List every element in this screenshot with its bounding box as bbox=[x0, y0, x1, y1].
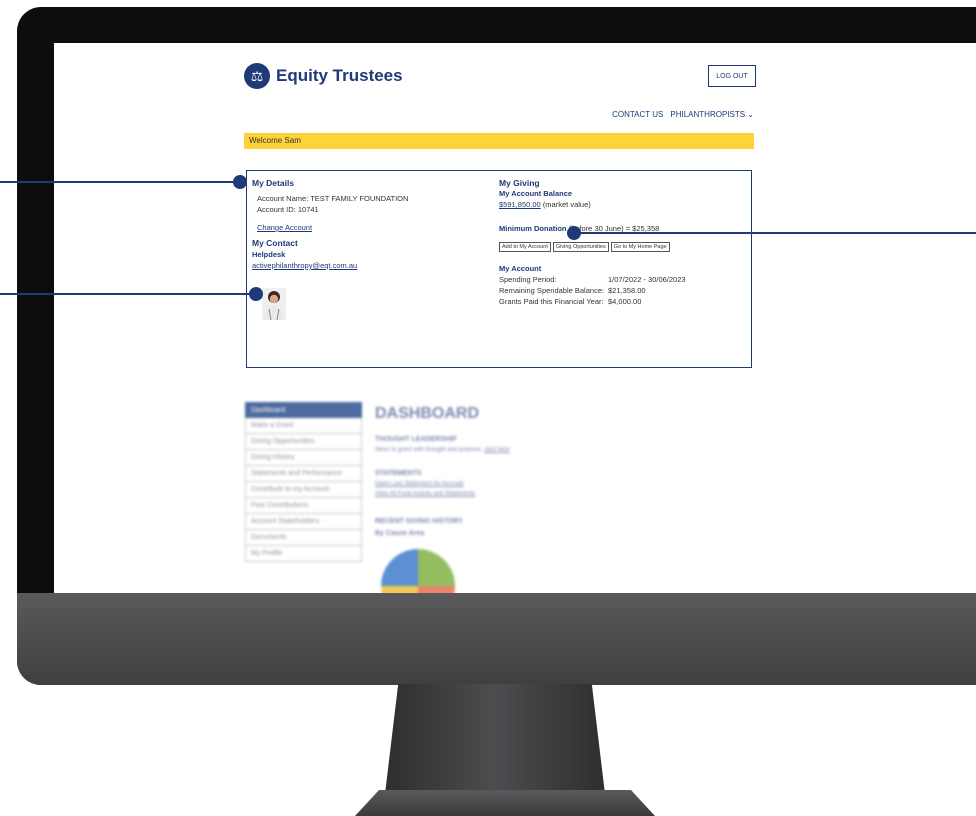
my-contact-heading: My Contact bbox=[252, 238, 298, 248]
account-name: Account Name: TEST FAMILY FOUNDATION bbox=[257, 194, 409, 203]
brand-name: Equity Trustees bbox=[276, 66, 403, 85]
dashboard-area: Dashboard Make a Grant Giving Opportunit… bbox=[245, 402, 645, 593]
add-to-account-button[interactable]: Add to My Account bbox=[499, 242, 551, 252]
thought-leadership-text: Ideas to grant with thought and purpose,… bbox=[375, 447, 509, 453]
thought-leadership-heading: THOUGHT LEADERSHIP bbox=[375, 436, 457, 443]
sidebar-item-giving-history[interactable]: Giving History bbox=[245, 450, 362, 466]
thought-link[interactable]: click here bbox=[484, 447, 509, 453]
nav-contact-us[interactable]: CONTACT US bbox=[612, 110, 663, 119]
monitor-stand-neck bbox=[385, 684, 605, 794]
change-account-link[interactable]: Change Account bbox=[257, 223, 312, 232]
all-statements-link[interactable]: View All Fund Activity and Statements bbox=[375, 491, 475, 497]
account-summary-panel: My Details Account Name: TEST FAMILY FOU… bbox=[246, 170, 752, 368]
callout-dot-giving bbox=[567, 226, 581, 240]
monitor-chin bbox=[17, 593, 976, 685]
my-details-heading: My Details bbox=[252, 178, 295, 188]
contact-email-link[interactable]: activephilanthropy@eqt.com.au bbox=[252, 261, 357, 270]
sidebar-item-documents[interactable]: Documents bbox=[245, 530, 362, 546]
my-account-heading: My Account bbox=[499, 264, 542, 273]
nav-philanthropists[interactable]: PHILANTHROPISTS ⌄ bbox=[670, 110, 754, 119]
remaining-balance-value: $21,358.00 bbox=[608, 286, 646, 295]
sidebar-item-statements[interactable]: Statements and Performance bbox=[245, 466, 362, 482]
callout-dot-contact bbox=[249, 287, 263, 301]
logout-button[interactable]: LOG OUT bbox=[708, 65, 756, 87]
min-donation-label: Minimum Donation bbox=[499, 224, 567, 233]
contact-name: Helpdesk bbox=[252, 250, 286, 259]
account-id: Account ID: 10741 bbox=[257, 205, 319, 214]
balance-value-link[interactable]: $591,850.00 bbox=[499, 200, 541, 209]
sidebar-item-profile[interactable]: My Profile bbox=[245, 546, 362, 562]
my-giving-heading: My Giving bbox=[499, 178, 540, 188]
recent-giving-heading: RECENT GIVING HISTORY bbox=[375, 518, 463, 525]
dashboard-title: DASHBOARD bbox=[375, 405, 479, 422]
balance-suffix: (market value) bbox=[542, 200, 591, 209]
remaining-balance-label: Remaining Spendable Balance: bbox=[499, 286, 605, 295]
chevron-down-icon: ⌄ bbox=[747, 110, 754, 119]
last-statement-link[interactable]: Open Last Statement (to Accrual) bbox=[375, 481, 464, 487]
callout-line-contact bbox=[0, 293, 252, 295]
balance-heading: My Account Balance bbox=[499, 189, 573, 198]
contact-avatar bbox=[262, 288, 286, 320]
by-cause-area-label: By Cause Area bbox=[375, 530, 425, 537]
home-page-button[interactable]: Go to My Home Page bbox=[610, 242, 670, 252]
statements-heading: STATEMENTS bbox=[375, 470, 422, 477]
monitor-stand-base bbox=[355, 790, 655, 816]
sidebar-item-giving-opportunities[interactable]: Giving Opportunities bbox=[245, 434, 362, 450]
sidebar-item-make-grant[interactable]: Make a Grant bbox=[245, 418, 362, 434]
balance-row: $591,850.00 (market value) bbox=[499, 200, 591, 209]
callout-line-giving bbox=[576, 232, 976, 234]
grants-paid-value: $4,000.00 bbox=[608, 297, 642, 306]
screen: ⚖ Equity Trustees LOG OUT CONTACT US PHI… bbox=[54, 43, 976, 593]
thought-text: Ideas to grant with thought and purpose, bbox=[375, 447, 483, 453]
spending-period-value: 1/07/2022 - 30/06/2023 bbox=[608, 275, 686, 284]
spending-period-label: Spending Period: bbox=[499, 275, 557, 284]
nav-philanthropists-label: PHILANTHROPISTS bbox=[670, 110, 746, 119]
scales-icon: ⚖ bbox=[244, 63, 270, 89]
grants-paid-label: Grants Paid this Financial Year: bbox=[499, 297, 604, 306]
sidebar-item-past-contributions[interactable]: Past Contributions bbox=[245, 498, 362, 514]
sidebar-menu: Dashboard Make a Grant Giving Opportunit… bbox=[245, 402, 362, 562]
callout-line-details bbox=[0, 181, 236, 183]
giving-opportunities-button[interactable]: Giving Opportunities bbox=[552, 242, 609, 252]
sidebar-item-contribute[interactable]: Contribute to my Account bbox=[245, 482, 362, 498]
welcome-bar: Welcome Sam bbox=[244, 133, 754, 149]
brand-logo[interactable]: ⚖ Equity Trustees bbox=[244, 63, 403, 89]
giving-actions: Add to My Account Giving Opportunities Go … bbox=[499, 235, 672, 253]
cause-area-pie-chart bbox=[381, 549, 455, 593]
sidebar-item-dashboard[interactable]: Dashboard bbox=[245, 402, 362, 418]
sidebar-item-stakeholders[interactable]: Account Stakeholders bbox=[245, 514, 362, 530]
callout-dot-details bbox=[233, 175, 247, 189]
top-nav: CONTACT US PHILANTHROPISTS ⌄ bbox=[612, 110, 754, 119]
